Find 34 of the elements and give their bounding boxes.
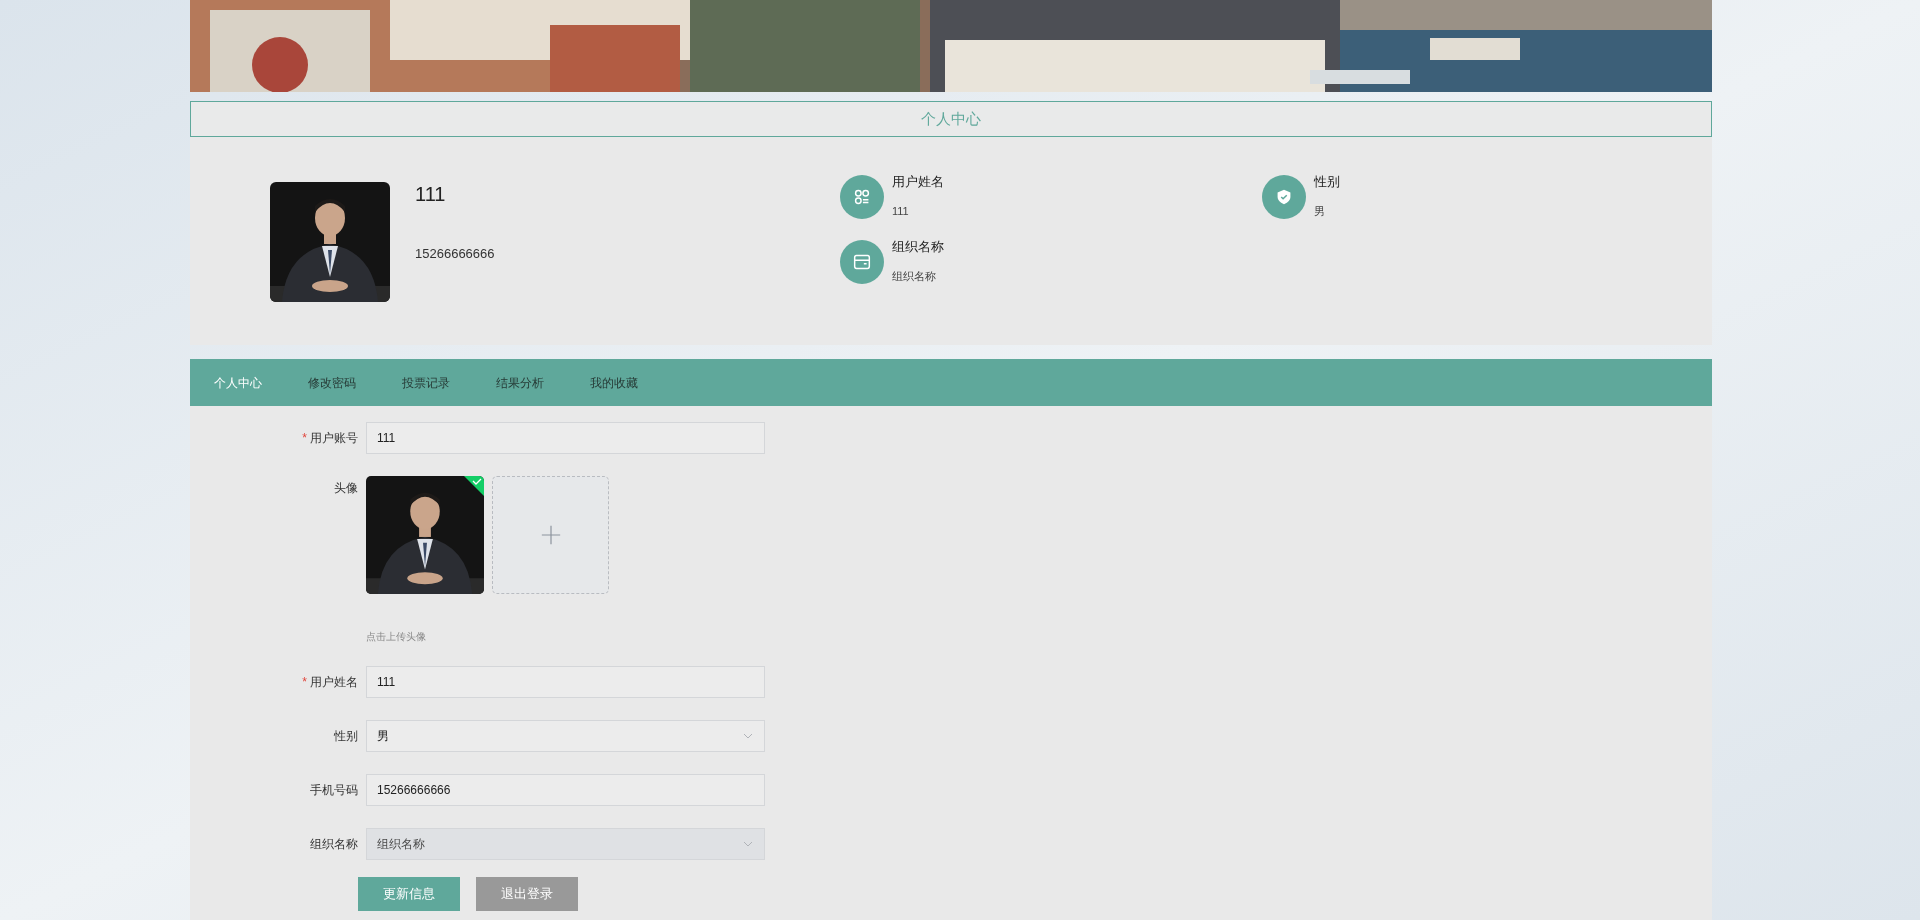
field-label: 用户姓名	[310, 674, 358, 691]
logout-button[interactable]: 退出登录	[476, 877, 578, 911]
tab[interactable]: 结果分析	[496, 373, 544, 392]
field-label: 手机号码	[310, 782, 358, 799]
input-field[interactable]: 111	[366, 422, 765, 454]
tab[interactable]: 个人中心	[214, 373, 262, 392]
info-label: 用户姓名	[892, 173, 944, 191]
select-field[interactable]: 男	[366, 720, 765, 752]
field-label: 组织名称	[310, 836, 358, 853]
field-label: 性别	[334, 728, 358, 745]
tab[interactable]: 修改密码	[308, 373, 356, 392]
info-label: 性别	[1314, 173, 1340, 191]
input-field[interactable]: 111	[366, 666, 765, 698]
grid-icon	[840, 175, 884, 219]
phone-number: 15266666666	[415, 245, 495, 263]
info-value: 男	[1314, 204, 1326, 219]
info-value: 组织名称	[892, 268, 937, 284]
field-label: 用户账号	[310, 430, 358, 447]
update-button[interactable]: 更新信息	[358, 877, 460, 911]
field-label: 头像	[334, 480, 358, 497]
page-title: 个人中心	[190, 101, 1712, 137]
info-label: 组织名称	[892, 237, 944, 256]
card-icon	[840, 239, 884, 284]
upload-button[interactable]	[492, 476, 609, 594]
user-name: 111	[415, 182, 447, 207]
input-field[interactable]: 15266666666	[366, 774, 765, 806]
plus-icon	[539, 524, 562, 546]
tab[interactable]: 投票记录	[402, 373, 450, 392]
required-mark: *	[302, 674, 307, 691]
tab[interactable]: 我的收藏	[590, 373, 638, 392]
shield-icon	[1262, 175, 1306, 219]
required-mark: *	[302, 430, 307, 447]
upload-hint: 点击上传头像	[366, 630, 427, 644]
info-value: 111	[892, 204, 910, 219]
